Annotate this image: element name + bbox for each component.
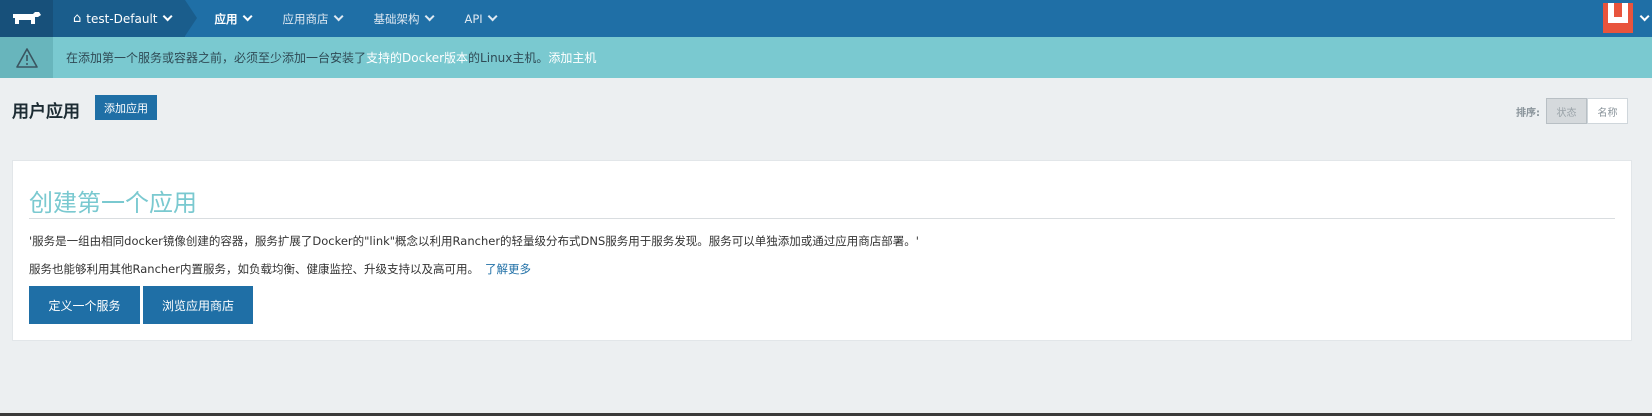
warning-icon <box>0 37 53 78</box>
chevron-down-icon <box>242 11 253 22</box>
user-menu[interactable] <box>1603 3 1650 33</box>
card-title: 创建第一个应用 <box>29 189 197 217</box>
divider <box>29 218 1615 219</box>
nav-item-apps[interactable]: 应用 <box>214 11 253 27</box>
chevron-down-icon <box>1639 10 1650 21</box>
docker-version-link[interactable]: 支持的Docker版本 <box>366 51 468 65</box>
add-stack-button[interactable]: 添加应用 <box>95 95 157 120</box>
chevron-down-icon <box>424 11 435 22</box>
page-title: 用户应用 <box>12 102 80 122</box>
browse-catalog-button[interactable]: 浏览应用商店 <box>143 286 253 324</box>
description-text: '服务是一组由相同docker镜像创建的容器，服务扩展了Docker的"link… <box>29 234 919 248</box>
warning-text: 的Linux主机。 <box>468 51 549 65</box>
warning-banner: 在添加第一个服务或容器之前，必须至少添加一台安装了支持的Docker版本的Lin… <box>0 37 1652 78</box>
description-text-secondary: 服务也能够利用其他Rancher内置服务，如负载均衡、健康监控、升级支持以及高可… <box>29 261 531 277</box>
rancher-logo[interactable] <box>0 0 53 37</box>
home-icon: ⌂ <box>73 11 82 26</box>
nav-item-label: API <box>464 11 483 26</box>
top-navigation-bar: ⌂ test-Default 应用 应用商店 基础架构 API <box>0 0 1652 37</box>
nav-item-label: 基础架构 <box>373 11 420 26</box>
warning-message: 在添加第一个服务或容器之前，必须至少添加一台安装了支持的Docker版本的Lin… <box>66 49 596 66</box>
empty-state-card: 创建第一个应用 '服务是一组由相同docker镜像创建的容器，服务扩展了Dock… <box>12 160 1632 341</box>
sort-by-name-button[interactable]: 名称 <box>1587 98 1628 124</box>
environment-switcher[interactable]: ⌂ test-Default <box>53 0 196 37</box>
sort-control: 排序: 状态 名称 <box>1516 98 1628 124</box>
sort-by-state-button[interactable]: 状态 <box>1546 98 1587 124</box>
chevron-down-icon <box>487 11 498 22</box>
warning-text: 在添加第一个服务或容器之前，必须至少添加一台安装了 <box>66 51 367 65</box>
nav-item-label: 应用商店 <box>282 11 329 26</box>
nav-item-label: 应用 <box>214 11 238 26</box>
sort-label: 排序: <box>1516 107 1540 119</box>
chevron-down-icon <box>162 11 173 22</box>
nav-item-catalog[interactable]: 应用商店 <box>282 11 344 27</box>
avatar <box>1603 3 1633 33</box>
description-text: 服务也能够利用其他Rancher内置服务，如负载均衡、健康监控、升级支持以及高可… <box>29 262 479 276</box>
add-host-link[interactable]: 添加主机 <box>548 51 596 65</box>
nav-item-infrastructure[interactable]: 基础架构 <box>373 11 435 27</box>
chevron-down-icon <box>333 11 344 22</box>
nav-item-api[interactable]: API <box>464 11 498 26</box>
environment-name: test-Default <box>86 11 158 26</box>
learn-more-link[interactable]: 了解更多 <box>485 262 531 276</box>
define-service-button[interactable]: 定义一个服务 <box>29 286 140 324</box>
rancher-logo-icon <box>12 11 41 24</box>
